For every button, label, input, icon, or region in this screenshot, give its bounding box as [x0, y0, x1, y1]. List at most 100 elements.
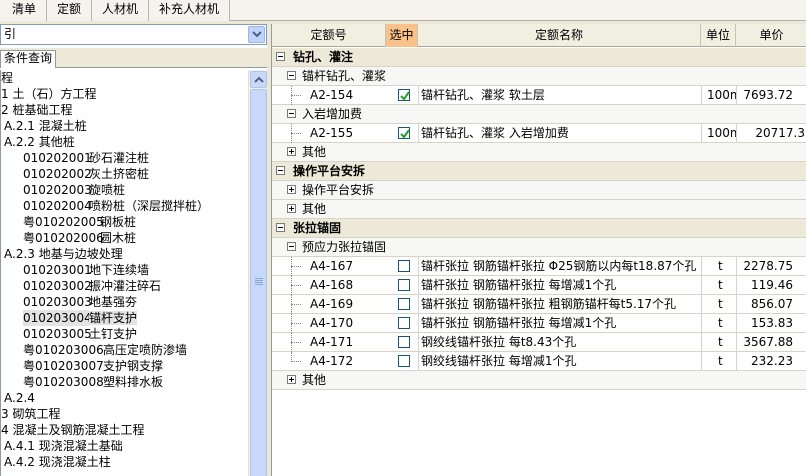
- quota-row[interactable]: A4-169 锚杆张拉 钢筋锚杆张拉 粗钢筋锚杆每t5.17个孔 t 856.0…: [272, 295, 806, 314]
- tree-item[interactable]: A.2.4: [4, 390, 35, 406]
- select-checkbox[interactable]: [398, 355, 410, 367]
- header-unit[interactable]: 单位: [701, 24, 736, 47]
- quota-price: 153.83: [736, 314, 806, 332]
- subgroup-row[interactable]: 预应力张拉锚固: [272, 238, 806, 257]
- tree-item[interactable]: 010203001地下连续墙: [23, 262, 149, 278]
- tree-item[interactable]: 3 砌筑工程: [1, 406, 60, 422]
- header-name[interactable]: 定额名称: [418, 24, 701, 47]
- index-combo[interactable]: 引: [0, 24, 267, 45]
- tree-item[interactable]: 4 混凝土及钢筋混凝土工程: [1, 422, 144, 438]
- quota-row[interactable]: A4-168 锚杆张拉 钢筋锚杆张拉 每增减1个孔 t 119.46: [272, 276, 806, 295]
- quota-grid: 定额号 选中 定额名称 单位 单价 钻孔、灌注 锚杆钻孔、灌浆 A2-154 锚…: [271, 24, 806, 476]
- check-icon: [400, 129, 410, 139]
- collapse-icon[interactable]: [287, 242, 296, 251]
- tree-item[interactable]: 1 土（石）方工程: [1, 86, 96, 102]
- subgroup-title: 预应力张拉锚固: [302, 240, 387, 254]
- quota-price: 232.23: [736, 352, 806, 370]
- expand-icon[interactable]: [287, 185, 296, 194]
- quota-price: 119.46: [736, 276, 806, 294]
- tree-item[interactable]: A.2.3 地基与边坡处理: [4, 246, 123, 262]
- quota-unit: t: [701, 333, 736, 351]
- subgroup-row[interactable]: 操作平台安拆: [272, 181, 806, 200]
- tree-item[interactable]: 粤010203008塑料排水板: [23, 374, 163, 390]
- top-tab-bar: 清单 定额 人材机 补充人材机: [0, 0, 806, 21]
- quota-row[interactable]: A4-167 锚杆张拉 钢筋锚杆张拉 Φ25钢筋以内每t18.87个孔 t 22…: [272, 257, 806, 276]
- header-select[interactable]: 选中: [386, 24, 418, 47]
- left-subtab-bar: 条件查询: [0, 48, 267, 68]
- grip-line: [255, 278, 263, 279]
- quota-price: 20717.3: [736, 124, 806, 142]
- subgroup-row[interactable]: 其他: [272, 143, 806, 162]
- select-checkbox[interactable]: [398, 317, 410, 329]
- tree-item[interactable]: 010202001砂石灌注桩: [23, 150, 149, 166]
- header-price[interactable]: 单价: [736, 24, 806, 47]
- quota-code: A4-172: [310, 354, 354, 368]
- collapse-icon[interactable]: [276, 166, 285, 175]
- subgroup-row[interactable]: 其他: [272, 200, 806, 219]
- group-title: 钻孔、灌注: [293, 50, 354, 64]
- group-row[interactable]: 钻孔、灌注: [272, 48, 806, 67]
- quota-price: 856.07: [736, 295, 806, 313]
- quota-row[interactable]: A4-170 锚杆张拉 钢筋锚杆张拉 每增减1个孔 t 153.83: [272, 314, 806, 333]
- quota-tree: 程 1 土（石）方工程 2 桩基础工程 A.2.1 混凝土桩 A.2.2 其他桩…: [0, 70, 248, 476]
- tab-quota[interactable]: 定额: [47, 0, 93, 21]
- collapse-icon[interactable]: [276, 223, 285, 232]
- scroll-up-button[interactable]: [250, 71, 267, 88]
- tab-condition-query[interactable]: 条件查询: [0, 50, 57, 68]
- tree-scrollbar[interactable]: [248, 70, 267, 476]
- tree-item[interactable]: 粤010202006圆木桩: [23, 230, 136, 246]
- quota-code: A2-155: [310, 126, 354, 140]
- quota-row[interactable]: A4-171 钢绞线锚杆张拉 每t8.43个孔 t 3567.88: [272, 333, 806, 352]
- select-checkbox[interactable]: [398, 279, 410, 291]
- tree-item[interactable]: A.2.2 其他桩: [4, 134, 75, 150]
- tree-item[interactable]: 粤010203006高压定喷防渗墙: [23, 342, 187, 358]
- chevron-down-icon: [252, 31, 262, 38]
- subgroup-title: 其他: [302, 145, 327, 159]
- tree-item[interactable]: A.2.1 混凝土桩: [4, 118, 87, 134]
- quota-row[interactable]: A2-155 锚杆钻孔、灌浆 入岩增加费 100m 20717.3: [272, 124, 806, 143]
- subgroup-row[interactable]: 锚杆钻孔、灌浆: [272, 67, 806, 86]
- expand-icon[interactable]: [287, 147, 296, 156]
- tree-item[interactable]: 2 桩基础工程: [1, 102, 72, 118]
- header-code[interactable]: 定额号: [272, 24, 386, 47]
- collapse-icon[interactable]: [287, 71, 296, 80]
- tree-item-selected[interactable]: 010203004锚杆支护: [23, 310, 138, 326]
- expand-icon[interactable]: [287, 375, 296, 384]
- tree-item[interactable]: 010202003旋喷桩: [23, 182, 125, 198]
- select-checkbox[interactable]: [398, 336, 410, 348]
- subgroup-row[interactable]: 入岩增加费: [272, 105, 806, 124]
- tree-item[interactable]: 010203003地基强夯: [23, 294, 137, 310]
- expand-icon[interactable]: [287, 204, 296, 213]
- tree-item[interactable]: 程: [1, 70, 13, 86]
- tab-labor-material-machine[interactable]: 人材机: [92, 0, 150, 21]
- combo-dropdown-button[interactable]: [248, 26, 265, 43]
- tree-item[interactable]: A.4.1 现浇混凝土基础: [4, 438, 123, 454]
- group-row[interactable]: 张拉锚固: [272, 219, 806, 238]
- tree-item[interactable]: 010203005土钉支护: [23, 326, 137, 342]
- select-checkbox[interactable]: [398, 89, 410, 101]
- tree-item[interactable]: 粤010202005钢板桩: [23, 214, 136, 230]
- tab-bill[interactable]: 清单: [0, 0, 48, 21]
- select-checkbox[interactable]: [398, 260, 410, 272]
- group-row[interactable]: 操作平台安拆: [272, 162, 806, 181]
- tree-item[interactable]: A.4.2 现浇混凝土柱: [4, 454, 111, 470]
- subgroup-row[interactable]: 其他: [272, 371, 806, 390]
- tree-item[interactable]: 粤010203007支护钢支撑: [23, 358, 163, 374]
- tab-supplementary-lmm[interactable]: 补充人材机: [149, 0, 231, 21]
- quota-name: 钢绞线锚杆张拉 每增减1个孔: [418, 352, 701, 370]
- quota-row[interactable]: A2-154 锚杆钻孔、灌浆 软土层 100m 7693.72: [272, 86, 806, 105]
- grip-line: [255, 284, 263, 285]
- collapse-icon[interactable]: [287, 109, 296, 118]
- quota-code: A2-154: [310, 88, 354, 102]
- select-checkbox[interactable]: [398, 127, 410, 139]
- tree-item[interactable]: 010202004喷粉桩（深层搅拌桩）: [23, 198, 209, 214]
- select-checkbox[interactable]: [398, 298, 410, 310]
- scroll-thumb[interactable]: [250, 89, 267, 476]
- subgroup-title: 入岩增加费: [302, 107, 363, 121]
- tree-item[interactable]: 010203002振冲灌注碎石: [23, 278, 161, 294]
- collapse-icon[interactable]: [276, 52, 285, 61]
- grip-line: [255, 280, 263, 281]
- quota-unit: 100m: [701, 86, 736, 104]
- tree-item[interactable]: 010202002灰土挤密桩: [23, 166, 149, 182]
- quota-row[interactable]: A4-172 钢绞线锚杆张拉 每增减1个孔 t 232.23: [272, 352, 806, 371]
